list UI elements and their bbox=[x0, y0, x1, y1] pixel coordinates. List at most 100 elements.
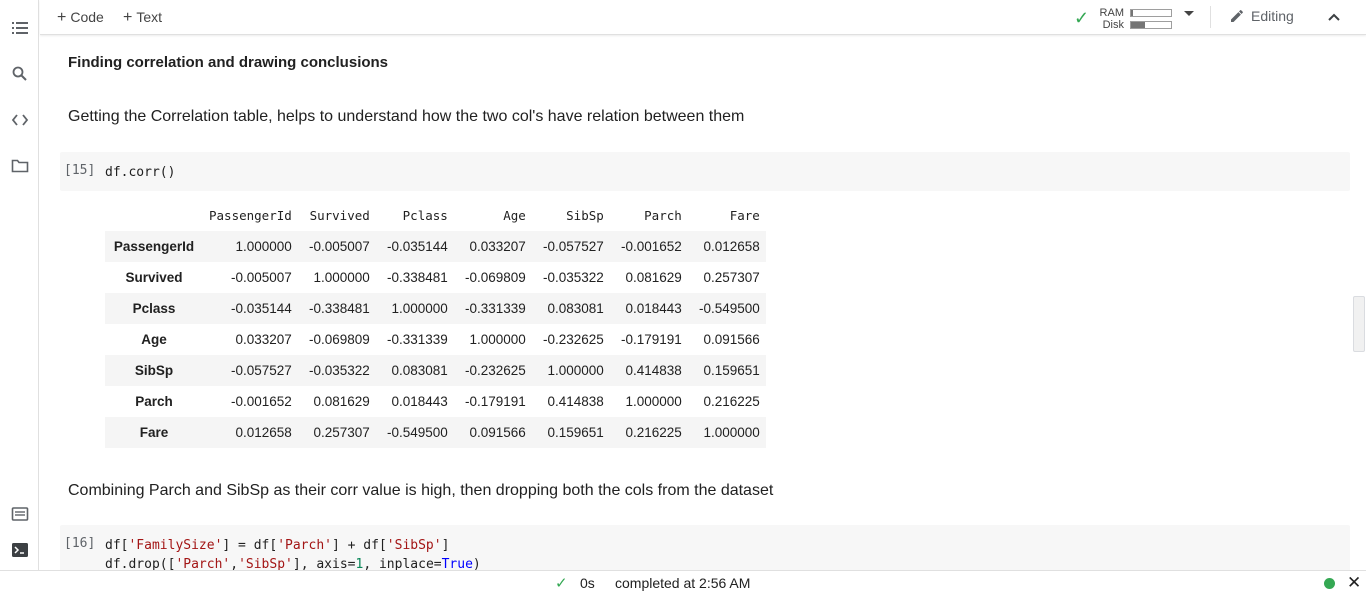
disk-label: Disk bbox=[1102, 19, 1124, 31]
plus-icon: + bbox=[123, 9, 133, 26]
table-cell: 1.000000 bbox=[313, 270, 370, 285]
table-header-row: PassengerId Survived Pclass Age SibSp Pa… bbox=[105, 200, 766, 231]
completion-status[interactable]: completed at 2:56 AM bbox=[615, 575, 750, 591]
table-cell: 1.000000 bbox=[547, 363, 604, 378]
table-cell: -0.069809 bbox=[464, 270, 526, 285]
table-cell: 0.033207 bbox=[469, 239, 526, 254]
scrollbar-thumb[interactable] bbox=[1353, 296, 1365, 352]
plus-icon: + bbox=[57, 9, 67, 26]
table-cell: 1.000000 bbox=[703, 425, 760, 440]
table-cell: -0.005007 bbox=[230, 270, 292, 285]
table-cell: -0.232625 bbox=[464, 363, 526, 378]
search-icon[interactable] bbox=[11, 65, 29, 83]
table-cell: 0.083081 bbox=[391, 363, 448, 378]
table-cell: 0.216225 bbox=[703, 394, 760, 409]
table-row: Age 0.033207 -0.069809 -0.331339 1.000000 -0.… bbox=[105, 324, 766, 355]
code-cell[interactable]: [16] df['FamilySize'] = df['Parch'] + df… bbox=[60, 525, 1350, 570]
table-row: Survived -0.005007 1.000000 -0.338481 -0.069… bbox=[105, 262, 766, 293]
table-cell: 0.012658 bbox=[703, 239, 760, 254]
status-bar: ✓ 0s completed at 2:56 AM ✕ bbox=[0, 570, 1366, 594]
table-cell: 0.081629 bbox=[313, 394, 370, 409]
check-icon: ✓ bbox=[555, 575, 568, 592]
chevron-up-icon[interactable] bbox=[1326, 9, 1342, 25]
table-row: Parch -0.001652 0.081629 0.018443 -0.179191 0… bbox=[105, 386, 766, 417]
disk-bar-fill bbox=[1131, 22, 1145, 28]
ram-label: RAM bbox=[1099, 7, 1124, 19]
command-palette-icon[interactable] bbox=[11, 505, 29, 523]
ram-bar-fill bbox=[1131, 10, 1133, 16]
left-rail bbox=[0, 0, 39, 570]
table-cell: -0.035144 bbox=[230, 301, 292, 316]
add-code-cell-button[interactable]: + Code bbox=[57, 8, 104, 26]
toc-icon[interactable] bbox=[11, 19, 29, 37]
terminal-icon[interactable] bbox=[11, 541, 29, 559]
execution-count: [15] bbox=[64, 163, 96, 178]
close-icon[interactable]: ✕ bbox=[1347, 573, 1361, 593]
table-cell: -0.069809 bbox=[308, 332, 370, 347]
table-cell: -0.057527 bbox=[230, 363, 292, 378]
table-body: PassengerId 1.000000 -0.005007 -0.035144 0.0… bbox=[105, 231, 766, 448]
table-cell: 1.000000 bbox=[391, 301, 448, 316]
toolbar-divider bbox=[1210, 6, 1211, 28]
code-editor[interactable]: df.corr() bbox=[105, 163, 175, 182]
column-header: PassengerId bbox=[209, 208, 292, 223]
resources-indicator[interactable]: ✓ RAM Disk bbox=[1074, 4, 1204, 31]
add-text-cell-button[interactable]: + Text bbox=[123, 8, 162, 26]
table-cell: 1.000000 bbox=[625, 394, 682, 409]
correlation-table: PassengerId Survived Pclass Age SibSp Pa… bbox=[105, 200, 766, 448]
column-header: Age bbox=[503, 208, 526, 223]
ram-bar bbox=[1130, 9, 1172, 17]
column-header: Parch bbox=[644, 208, 682, 223]
table-cell: 0.018443 bbox=[625, 301, 682, 316]
table-cell: -0.232625 bbox=[542, 332, 604, 347]
row-header: Pclass bbox=[132, 301, 176, 316]
text-cell-paragraph: Getting the Correlation table, helps to … bbox=[68, 108, 745, 125]
row-header: Survived bbox=[125, 270, 183, 285]
table-cell: -0.035322 bbox=[308, 363, 370, 378]
row-header: Parch bbox=[135, 394, 173, 409]
code-snippets-icon[interactable] bbox=[11, 111, 29, 129]
column-header: Fare bbox=[729, 208, 760, 223]
pencil-icon bbox=[1231, 10, 1243, 22]
column-header: Pclass bbox=[402, 208, 448, 223]
table-row: Fare 0.012658 0.257307 -0.549500 0.091566 0.1… bbox=[105, 417, 766, 448]
execution-count: [16] bbox=[64, 536, 96, 551]
editing-label: Editing bbox=[1251, 8, 1294, 24]
table-cell: 0.033207 bbox=[235, 332, 292, 347]
table-cell: 0.083081 bbox=[547, 301, 604, 316]
table-cell: -0.179191 bbox=[620, 332, 682, 347]
table-cell: -0.035322 bbox=[542, 270, 604, 285]
chevron-down-icon[interactable] bbox=[1184, 11, 1194, 16]
table-cell: 0.018443 bbox=[391, 394, 448, 409]
table-cell: -0.549500 bbox=[386, 425, 448, 440]
folder-icon[interactable] bbox=[11, 157, 29, 175]
table-cell: -0.331339 bbox=[386, 332, 448, 347]
row-header: PassengerId bbox=[113, 239, 195, 254]
table-cell: 0.414838 bbox=[625, 363, 682, 378]
table-cell: -0.179191 bbox=[464, 394, 526, 409]
table-cell: 0.257307 bbox=[313, 425, 370, 440]
table-cell: -0.331339 bbox=[464, 301, 526, 316]
table-row: SibSp -0.057527 -0.035322 0.083081 -0.232625… bbox=[105, 355, 766, 386]
section-heading: Finding correlation and drawing conclusi… bbox=[68, 54, 389, 71]
table-cell: 0.012658 bbox=[235, 425, 292, 440]
code-cell[interactable]: [15] df.corr() bbox=[60, 152, 1350, 191]
row-header: Age bbox=[141, 332, 167, 347]
toolbar: + Code + Text ✓ RAM Disk Editing bbox=[40, 0, 1366, 35]
table-cell: -0.057527 bbox=[542, 239, 604, 254]
table-cell: 1.000000 bbox=[235, 239, 292, 254]
table-cell: -0.338481 bbox=[386, 270, 448, 285]
table-cell: 0.159651 bbox=[703, 363, 760, 378]
table-cell: 1.000000 bbox=[469, 332, 526, 347]
check-icon: ✓ bbox=[1074, 8, 1090, 28]
code-editor[interactable]: df['FamilySize'] = df['Parch'] + df['Sib… bbox=[105, 536, 481, 570]
table-cell: 0.091566 bbox=[703, 332, 760, 347]
column-header: Survived bbox=[309, 208, 370, 223]
table-cell: -0.001652 bbox=[230, 394, 292, 409]
add-code-label: Code bbox=[70, 9, 104, 25]
table-cell: 0.414838 bbox=[547, 394, 604, 409]
table-cell: -0.549500 bbox=[698, 301, 760, 316]
status-dot-icon bbox=[1324, 578, 1335, 589]
editing-mode-button[interactable]: Editing bbox=[1229, 7, 1294, 25]
table-cell: -0.338481 bbox=[308, 301, 370, 316]
